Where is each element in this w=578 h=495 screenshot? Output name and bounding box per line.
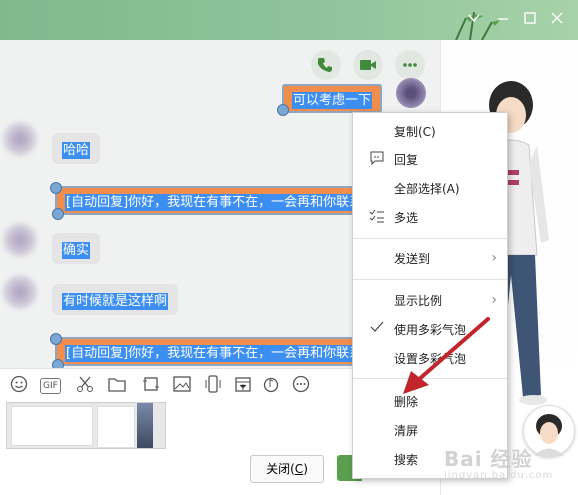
- music-icon[interactable]: [262, 375, 280, 395]
- menu-label: 回复: [394, 153, 419, 167]
- menu-label: 复制(C): [394, 125, 436, 139]
- watermark-brand: Bai 经验: [444, 447, 533, 471]
- annotation-arrow-icon: [403, 317, 490, 394]
- bubble-decoration-icon: [52, 359, 64, 368]
- screenshot-icon[interactable]: [142, 375, 160, 395]
- emoji-icon[interactable]: [10, 375, 28, 395]
- phone-call-button[interactable]: [311, 50, 341, 80]
- minimize-icon[interactable]: [491, 8, 515, 30]
- close-icon[interactable]: [545, 8, 569, 30]
- message-text: 可以考虑一下: [292, 92, 373, 109]
- gif-icon[interactable]: GIF: [40, 378, 61, 394]
- reply-icon: [369, 151, 385, 167]
- more-options-button[interactable]: [395, 50, 425, 80]
- message-bubble[interactable]: [自动回复]你好，我现在有事不在，一会再和你联系: [55, 337, 375, 366]
- chat-window: 可以考虑一下 哈哈 [自动回复]你好，我现在有事不在，一会再和你联系 确实 有时…: [0, 0, 578, 495]
- menu-divider: [353, 279, 507, 280]
- video-icon: [360, 60, 376, 70]
- menu-item-display-ratio[interactable]: 显示比例 ›: [353, 289, 507, 311]
- menu-label: 搜索: [394, 453, 419, 467]
- menu-label: 多选: [394, 211, 419, 225]
- watermark-url: jingyan.baidu.com: [444, 470, 554, 481]
- close-shortcut: C: [294, 462, 304, 476]
- menu-item-reply[interactable]: 回复: [353, 148, 507, 170]
- menu-divider: [353, 238, 507, 239]
- self-avatar[interactable]: [396, 78, 426, 108]
- message-text: 有时候就是这样啊: [62, 293, 169, 310]
- video-call-button[interactable]: [353, 50, 383, 80]
- message-text: 哈哈: [62, 142, 91, 159]
- more-icon: [403, 63, 417, 67]
- bubble-decoration-icon: [277, 104, 289, 116]
- image-icon[interactable]: [173, 375, 191, 395]
- scissors-icon[interactable]: [76, 375, 94, 395]
- message-bubble[interactable]: 哈哈: [52, 133, 101, 164]
- multi-select-icon: [369, 209, 385, 225]
- title-bar: [0, 0, 578, 41]
- message-bubble-self[interactable]: 可以考虑一下: [282, 84, 383, 113]
- calendar-icon[interactable]: [234, 375, 252, 395]
- menu-label: 全部选择(A): [394, 182, 460, 196]
- phone-shake-icon[interactable]: [204, 375, 222, 395]
- pasted-image-thumbnail[interactable]: [6, 402, 166, 449]
- menu-item-clear[interactable]: 清屏: [353, 419, 507, 441]
- phone-icon: [318, 58, 332, 72]
- menu-label: 清屏: [394, 424, 419, 438]
- message-text: 确实: [62, 242, 91, 259]
- avatar[interactable]: [3, 122, 37, 156]
- checkmark-icon: [369, 321, 385, 337]
- menu-item-multi-select[interactable]: 多选: [353, 206, 507, 228]
- message-bubble[interactable]: [自动回复]你好，我现在有事不在，一会再和你联系: [55, 186, 375, 215]
- menu-item-select-all[interactable]: 全部选择(A): [353, 177, 507, 199]
- bubble-decoration-icon: [52, 208, 64, 220]
- chevron-down-icon[interactable]: [462, 8, 486, 30]
- close-label: 关闭(: [266, 462, 295, 476]
- bubble-decoration-icon: [50, 182, 62, 194]
- maximize-icon[interactable]: [518, 8, 542, 30]
- message-bubble[interactable]: 确实: [52, 233, 101, 264]
- message-bubble[interactable]: 有时候就是这样啊: [52, 284, 179, 315]
- chevron-right-icon: ›: [491, 292, 497, 308]
- folder-icon[interactable]: [108, 375, 126, 395]
- menu-label: 发送到: [394, 252, 431, 266]
- message-text: [自动回复]你好，我现在有事不在，一会再和你联系: [65, 194, 364, 211]
- menu-label: 显示比例: [394, 294, 443, 308]
- menu-item-send-to[interactable]: 发送到 ›: [353, 247, 507, 269]
- close-button[interactable]: 关闭(C): [250, 455, 324, 483]
- close-label-end: ): [303, 462, 308, 476]
- chevron-right-icon: ›: [491, 250, 497, 266]
- more-tools-icon[interactable]: [292, 375, 310, 395]
- context-menu: 复制(C) 回复 全部选择(A) 多选 发送到 › 显示比例 › 使用多彩气泡 …: [352, 112, 508, 479]
- bubble-decoration-icon: [50, 333, 62, 345]
- baidu-watermark: Bai 经验 jingyan.baidu.com: [444, 443, 553, 481]
- avatar[interactable]: [3, 223, 37, 257]
- avatar[interactable]: [3, 275, 37, 309]
- message-text: [自动回复]你好，我现在有事不在，一会再和你联系: [65, 345, 364, 362]
- menu-item-copy[interactable]: 复制(C): [353, 120, 507, 142]
